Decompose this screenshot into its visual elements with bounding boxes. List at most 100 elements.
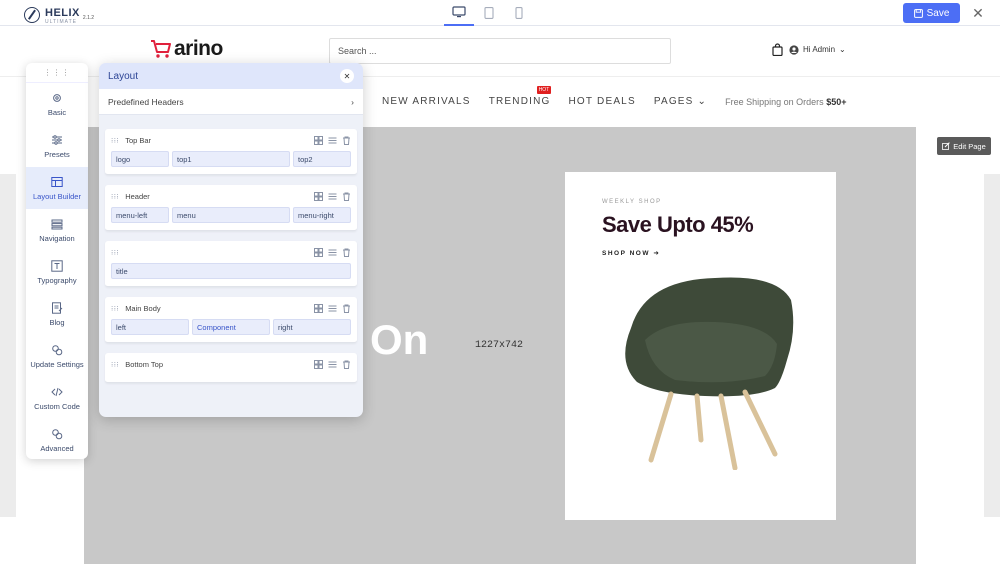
layout-column[interactable]: menu-right — [293, 207, 351, 223]
save-button[interactable]: Save — [903, 3, 960, 23]
close-button[interactable]: ✕ — [968, 3, 988, 23]
sidebar-item-typography[interactable]: Typography — [26, 251, 88, 293]
layout-column[interactable]: top2 — [293, 151, 351, 167]
row-settings-icon[interactable] — [328, 360, 337, 369]
sidebar-item-presets[interactable]: Presets — [26, 125, 88, 167]
settings-sidebar: ⋮⋮⋮ Basic Presets Layout Builder Navigat… — [26, 63, 88, 459]
code-icon — [51, 387, 63, 396]
columns-icon[interactable] — [314, 192, 323, 201]
mobile-view-button[interactable] — [504, 0, 534, 26]
promo-card[interactable]: WEEKLY SHOP Save Upto 45% SHOP NOW ➜ — [565, 172, 836, 520]
promo-title: Save Upto 45% — [602, 212, 754, 237]
nav-new-arrivals[interactable]: NEW ARRIVALS — [382, 96, 471, 107]
row-settings-icon[interactable] — [328, 304, 337, 313]
row-settings-icon[interactable] — [328, 136, 337, 145]
drag-icon[interactable]: ⁝⁝⁝ — [111, 193, 119, 201]
chevron-down-icon: ⌄ — [839, 45, 846, 54]
layout-panel-header[interactable]: Layout ✕ — [99, 63, 363, 89]
hero-headline: On — [370, 316, 429, 363]
brand-version: 2.1.2 — [82, 14, 95, 21]
update-icon — [52, 344, 63, 355]
layout-row-top-bar[interactable]: ⁝⁝⁝ Top Bar logo top1 top2 — [105, 129, 357, 175]
drag-icon[interactable]: ⁝⁝⁝ — [111, 137, 119, 145]
navigation-icon — [51, 219, 63, 229]
trash-icon[interactable] — [342, 304, 351, 313]
row-name: Header — [125, 192, 150, 201]
nav-pages[interactable]: PAGES ⌄ — [654, 96, 707, 107]
trash-icon[interactable] — [342, 192, 351, 201]
gear-icon — [53, 93, 61, 102]
row-settings-icon[interactable] — [328, 192, 337, 201]
sidebar-item-layout-builder[interactable]: Layout Builder — [26, 167, 88, 209]
columns-icon[interactable] — [314, 248, 323, 257]
sidebar-item-update-settings[interactable]: Update Settings — [26, 335, 88, 377]
sliders-icon — [52, 134, 62, 145]
account-area: Hi Admin ⌄ — [772, 43, 846, 56]
image-dimension-label: 1227x742 — [475, 340, 524, 351]
user-avatar-icon — [789, 44, 799, 55]
drag-icon[interactable]: ⁝⁝⁝ — [111, 305, 119, 313]
trash-icon[interactable] — [342, 360, 351, 369]
edit-page-label: Edit Page — [953, 141, 986, 151]
columns-icon[interactable] — [314, 360, 323, 369]
drag-handle-icon[interactable]: ⋮⋮⋮ — [26, 63, 88, 83]
desktop-view-button[interactable] — [444, 0, 474, 26]
columns-icon[interactable] — [314, 304, 323, 313]
row-name: Top Bar — [125, 136, 152, 145]
save-label: Save — [926, 7, 950, 19]
site-logo[interactable]: arino — [150, 37, 223, 61]
drag-icon[interactable]: ⁝⁝⁝ — [111, 249, 119, 257]
tablet-icon — [484, 7, 494, 19]
columns-icon[interactable] — [314, 136, 323, 145]
tablet-view-button[interactable] — [474, 0, 504, 26]
layout-column[interactable]: menu — [172, 207, 290, 223]
sidebar-item-basic[interactable]: Basic — [26, 83, 88, 125]
chair-image — [625, 277, 794, 470]
row-settings-icon[interactable] — [328, 248, 337, 257]
edit-page-button[interactable]: Edit Page — [937, 137, 991, 155]
layout-column[interactable]: title — [111, 263, 351, 279]
device-switcher — [444, 0, 534, 26]
sidebar-item-navigation[interactable]: Navigation — [26, 209, 88, 251]
nav-hot-deals[interactable]: HOT DEALS — [569, 96, 636, 107]
sidebar-item-blog[interactable]: Blog — [26, 293, 88, 335]
layout-row-main-body[interactable]: ⁝⁝⁝ Main Body left Component right — [105, 297, 357, 343]
shop-now-link[interactable]: SHOP NOW ➜ — [602, 249, 660, 257]
shopping-bag-icon[interactable] — [772, 43, 783, 56]
sidebar-item-advanced[interactable]: Advanced — [26, 419, 88, 461]
cart-logo-icon — [151, 40, 171, 58]
user-name: Hi Admin — [803, 45, 836, 54]
hot-badge: HOT — [536, 86, 552, 94]
layout-column[interactable]: left — [111, 319, 189, 335]
close-icon: ✕ — [972, 4, 984, 21]
chevron-right-icon: › — [351, 96, 354, 107]
layout-column[interactable]: menu-left — [111, 207, 169, 223]
predefined-headers-link[interactable]: Predefined Headers › — [99, 89, 363, 115]
search-placeholder: Search ... — [338, 46, 377, 56]
logo-text: arino — [174, 37, 223, 60]
layout-panel-title: Layout — [108, 70, 139, 82]
search-input[interactable]: Search ... — [329, 38, 671, 64]
save-icon — [913, 8, 923, 18]
layout-column[interactable]: right — [273, 319, 351, 335]
user-menu[interactable]: Hi Admin ⌄ — [789, 44, 846, 55]
layout-column[interactable]: logo — [111, 151, 169, 167]
close-icon[interactable]: ✕ — [340, 69, 354, 83]
layout-column[interactable]: top1 — [172, 151, 290, 167]
arrow-icon: ➜ — [653, 250, 661, 257]
trash-icon[interactable] — [342, 136, 351, 145]
sidebar-item-custom-code[interactable]: Custom Code — [26, 377, 88, 419]
trash-icon[interactable] — [342, 248, 351, 257]
layout-row-title[interactable]: ⁝⁝⁝ title — [105, 241, 357, 287]
page-edge-left — [0, 174, 16, 517]
layout-column[interactable]: Component — [192, 319, 270, 335]
drag-icon[interactable]: ⁝⁝⁝ — [111, 361, 119, 369]
advanced-icon — [52, 428, 63, 439]
layout-row-header[interactable]: ⁝⁝⁝ Header menu-left menu menu-right — [105, 185, 357, 231]
row-name: Bottom Top — [125, 360, 163, 369]
row-name: Main Body — [125, 304, 161, 313]
mobile-icon — [515, 7, 523, 19]
chevron-down-icon: ⌄ — [697, 96, 708, 107]
nav-trending[interactable]: TRENDING HOT — [489, 86, 552, 107]
layout-row-bottom-top[interactable]: ⁝⁝⁝ Bottom Top — [105, 353, 357, 383]
